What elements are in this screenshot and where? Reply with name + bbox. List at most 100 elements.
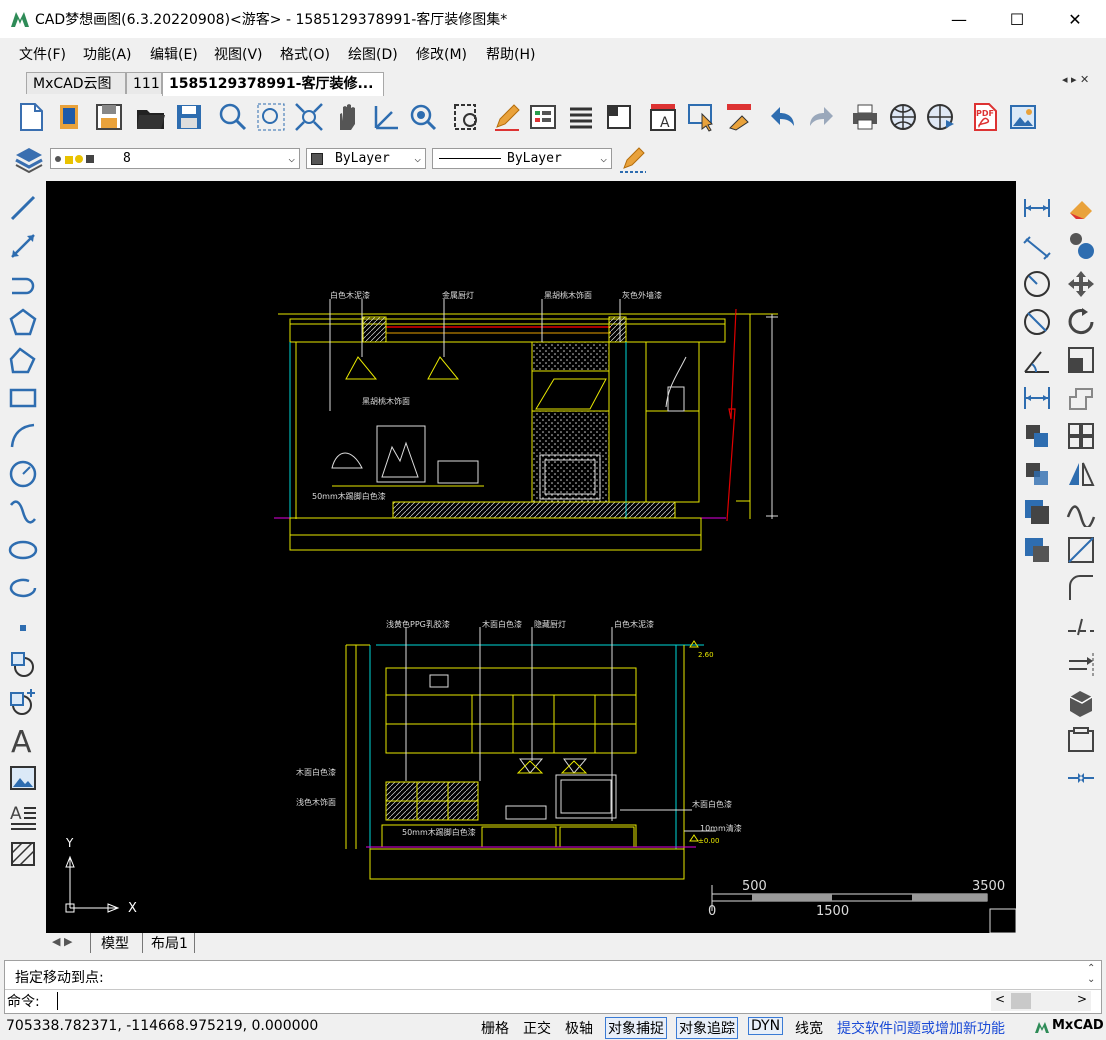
layer-select[interactable]: 8 ⌵ — [50, 148, 300, 169]
stretch-icon[interactable] — [1064, 381, 1098, 415]
dim-diameter-icon[interactable] — [1020, 305, 1054, 339]
ellipse-arc-tool-icon[interactable] — [6, 571, 40, 605]
zoom-window-icon[interactable] — [254, 100, 288, 134]
text-style-icon[interactable]: A — [646, 100, 680, 134]
join-icon[interactable] — [1064, 761, 1098, 795]
array-icon[interactable] — [1020, 533, 1054, 567]
toggle-object-snap[interactable]: 对象捕捉 — [605, 1017, 667, 1039]
linetype-select[interactable]: ByLayer ⌵ — [432, 148, 612, 169]
menu-draw[interactable]: 绘图(D) — [348, 44, 398, 64]
chamfer-icon[interactable] — [1064, 533, 1098, 567]
tab-mxcad-cloud[interactable]: MxCAD云图 — [26, 72, 126, 94]
save-as-icon[interactable] — [172, 100, 206, 134]
save-icon[interactable] — [92, 100, 126, 134]
open-template-icon[interactable] — [52, 100, 86, 134]
arc-tool-icon[interactable] — [6, 419, 40, 453]
copy-icon[interactable] — [1064, 229, 1098, 263]
export-image-icon[interactable] — [1006, 100, 1040, 134]
menu-view[interactable]: 视图(V) — [214, 44, 263, 64]
toggle-ortho[interactable]: 正交 — [523, 1018, 551, 1038]
extend-icon[interactable] — [1064, 647, 1098, 681]
tab-layout1[interactable]: 布局1 — [142, 933, 195, 953]
web-publish-icon[interactable] — [924, 100, 958, 134]
match-layer-pencil-icon[interactable] — [616, 142, 650, 176]
mirror-icon[interactable] — [1020, 457, 1054, 491]
toggle-object-tracking[interactable]: 对象追踪 — [676, 1017, 738, 1039]
history-scroll-arrows[interactable]: ⌃ ⌄ — [1087, 963, 1095, 985]
move-icon[interactable] — [1064, 267, 1098, 301]
close-button[interactable]: ✕ — [1046, 0, 1104, 38]
zoom-previous-icon[interactable] — [406, 100, 440, 134]
layer-states-icon[interactable] — [602, 100, 636, 134]
image-tool-icon[interactable] — [6, 761, 40, 795]
dim-continue-icon[interactable] — [1020, 381, 1054, 415]
erase-icon[interactable] — [1064, 191, 1098, 225]
tab-model[interactable]: 模型 — [90, 933, 129, 953]
xline-tool-icon[interactable] — [6, 229, 40, 263]
break-icon[interactable] — [1064, 609, 1098, 643]
pan-hand-icon[interactable] — [330, 100, 364, 134]
layer-manager-icon[interactable] — [12, 142, 46, 176]
point-tool-icon[interactable] — [6, 609, 40, 643]
shape-tool-icon[interactable] — [6, 343, 40, 377]
match-properties-icon[interactable] — [722, 100, 756, 134]
copy-objects-icon[interactable] — [1020, 419, 1054, 453]
scale-icon[interactable] — [1064, 343, 1098, 377]
properties-icon[interactable] — [526, 100, 560, 134]
menu-function[interactable]: 功能(A) — [83, 44, 132, 64]
ucs-axis-icon[interactable] — [368, 100, 402, 134]
fillet-icon[interactable] — [1064, 571, 1098, 605]
maximize-button[interactable]: ☐ — [988, 0, 1046, 38]
menu-format[interactable]: 格式(O) — [280, 44, 330, 64]
ellipse-tool-icon[interactable] — [6, 533, 40, 567]
menu-edit[interactable]: 编辑(E) — [150, 44, 198, 64]
dim-angular-icon[interactable] — [1020, 343, 1054, 377]
menu-help[interactable]: 帮助(H) — [486, 44, 535, 64]
edit-pencil-icon[interactable] — [490, 100, 524, 134]
web-globe-icon[interactable] — [886, 100, 920, 134]
dim-linear-icon[interactable] — [1020, 191, 1054, 225]
command-hscrollbar[interactable]: < > — [991, 991, 1091, 1011]
drawing-canvas[interactable]: 白色木泥漆 金属厨灯 黑胡桃木饰面 灰色外墙漆 黑胡桃木饰面 50mm木踢脚白色… — [46, 181, 1016, 933]
spline-tool-icon[interactable] — [6, 495, 40, 529]
toggle-lineweight[interactable]: 线宽 — [795, 1018, 823, 1038]
redo-icon[interactable] — [804, 100, 838, 134]
color-select[interactable]: ByLayer ⌵ — [306, 148, 426, 169]
zoom-extents-icon[interactable] — [292, 100, 326, 134]
explode-grid-icon[interactable] — [1064, 419, 1098, 453]
scroll-thumb[interactable] — [1011, 993, 1031, 1009]
dim-aligned-icon[interactable] — [1020, 229, 1054, 263]
layout-nav-arrows[interactable]: ◀ ▶ — [52, 935, 72, 948]
minimize-button[interactable]: — — [930, 0, 988, 38]
text-tool-icon[interactable]: A — [6, 723, 40, 757]
tab-current-drawing[interactable]: 1585129378991-客厅装修... — [162, 72, 384, 97]
rotate-icon[interactable] — [1064, 305, 1098, 339]
tab-111[interactable]: 111 — [126, 72, 162, 94]
polyline-tool-icon[interactable] — [6, 267, 40, 301]
polygon-tool-icon[interactable] — [6, 305, 40, 339]
menu-file[interactable]: 文件(F) — [19, 44, 66, 64]
wave-curve-icon[interactable] — [1064, 495, 1098, 529]
insert-block-icon[interactable] — [6, 647, 40, 681]
tab-nav-controls[interactable]: ◂ ▸ ✕ — [1062, 73, 1089, 86]
mtext-tool-icon[interactable]: A — [6, 799, 40, 833]
command-input[interactable] — [57, 992, 988, 1010]
mirror-triangle-icon[interactable] — [1064, 457, 1098, 491]
scroll-left-icon[interactable]: < — [995, 992, 1005, 1006]
feedback-link[interactable]: 提交软件问题或增加新功能 — [837, 1018, 1005, 1038]
zoom-in-icon[interactable] — [216, 100, 250, 134]
select-cursor-icon[interactable] — [684, 100, 718, 134]
offset-icon[interactable] — [1020, 495, 1054, 529]
region-icon[interactable] — [1064, 723, 1098, 757]
hatch-tool-icon[interactable] — [6, 837, 40, 871]
new-file-icon[interactable] — [14, 100, 48, 134]
list-icon[interactable] — [564, 100, 598, 134]
scroll-right-icon[interactable]: > — [1077, 992, 1087, 1006]
open-folder-icon[interactable] — [134, 100, 168, 134]
undo-icon[interactable] — [766, 100, 800, 134]
dim-radius-icon[interactable] — [1020, 267, 1054, 301]
3d-box-icon[interactable] — [1064, 685, 1098, 719]
export-pdf-icon[interactable]: PDF — [968, 100, 1002, 134]
find-replace-icon[interactable] — [450, 100, 484, 134]
toggle-grid[interactable]: 栅格 — [481, 1018, 509, 1038]
